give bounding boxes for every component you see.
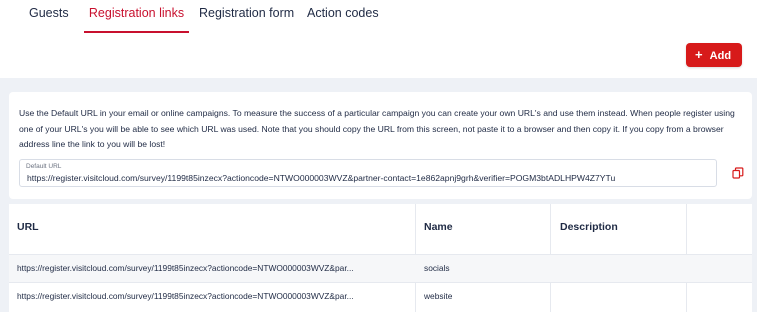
plus-icon: + (695, 47, 703, 62)
column-header-name[interactable]: Name (424, 204, 453, 251)
copy-icon[interactable] (732, 167, 744, 179)
info-text: Use the Default URL in your email or onl… (19, 108, 735, 149)
tab-registration-links[interactable]: Registration links (84, 0, 189, 33)
default-url-label: Default URL (26, 163, 62, 170)
column-header-description[interactable]: Description (560, 204, 618, 251)
description-cell (560, 255, 680, 282)
tab-guests[interactable]: Guests (29, 0, 69, 33)
add-button[interactable]: + Add (686, 43, 742, 67)
top-bar: Guests Registration links Registration f… (0, 0, 757, 78)
table-row[interactable]: https://register.visitcloud.com/survey/1… (9, 282, 752, 310)
table-row[interactable]: https://register.visitcloud.com/survey/1… (9, 254, 752, 282)
url-cell: https://register.visitcloud.com/survey/1… (17, 263, 354, 273)
description-cell (560, 283, 680, 310)
default-url-card: Use the Default URL in your email or onl… (9, 92, 752, 199)
column-header-url[interactable]: URL (17, 204, 39, 251)
default-url-value[interactable]: https://register.visitcloud.com/survey/1… (27, 173, 713, 183)
default-url-field[interactable]: Default URL https://register.visitcloud.… (19, 159, 717, 187)
add-button-label: Add (709, 50, 732, 62)
registration-links-table: URL Name Description https://register.vi… (9, 204, 752, 312)
name-cell: website (424, 291, 453, 301)
tab-registration-form[interactable]: Registration form (199, 0, 294, 33)
name-cell: socials (424, 263, 450, 273)
url-cell: https://register.visitcloud.com/survey/1… (17, 291, 354, 301)
tab-action-codes[interactable]: Action codes (307, 0, 379, 33)
